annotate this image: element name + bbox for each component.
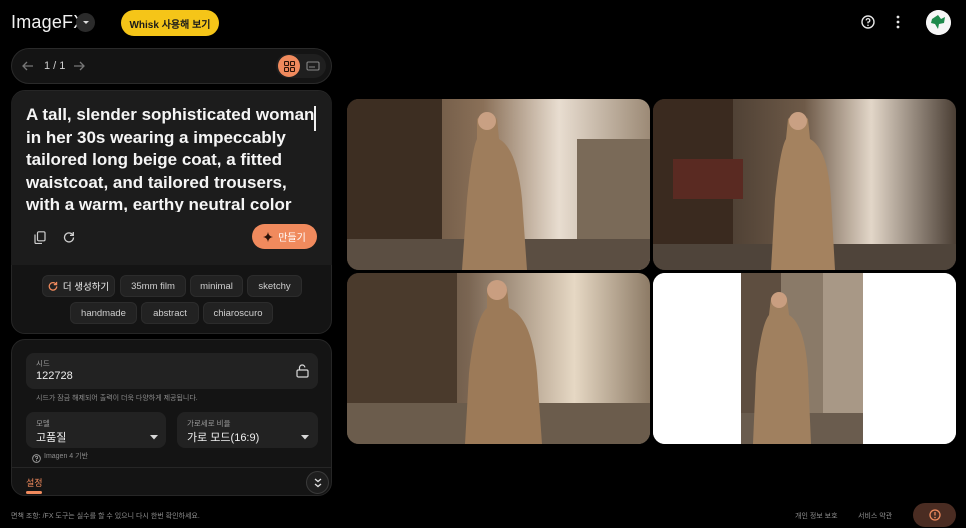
model-value: 고품질 (36, 432, 67, 444)
unlock-icon[interactable] (296, 364, 310, 378)
sparkle-icon (263, 231, 274, 242)
seed-label: 시드 (36, 359, 50, 368)
divider (11, 467, 332, 468)
terms-link[interactable]: 서비스 약관 (858, 511, 892, 521)
tab-settings[interactable]: 설정 (26, 476, 43, 489)
single-view-icon[interactable] (306, 59, 320, 73)
expand-button[interactable] (306, 471, 329, 494)
dropdown-arrow-icon (150, 427, 158, 445)
seed-hint: 시드가 잠금 해제되어 출력이 더욱 다양하게 제공됩니다. (36, 395, 198, 402)
try-whisk-button[interactable]: Whisk 사용해 보기 (121, 10, 219, 36)
feedback-button[interactable] (913, 503, 956, 527)
seed-value: 122728 (36, 370, 73, 382)
style-chip-minimal[interactable]: minimal (190, 275, 243, 297)
text-cursor (314, 106, 316, 131)
dropdown-arrow-icon (301, 427, 309, 445)
help-circle-icon (32, 450, 41, 463)
style-chip-sketchy[interactable]: sketchy (247, 275, 302, 297)
unfold-icon (314, 478, 321, 487)
generate-button-label: 만들기 (278, 233, 306, 244)
model-note: Imagen 4 기반 (44, 453, 89, 460)
regenerate-chip-label: 더 생성하기 (62, 282, 110, 293)
generated-image-2[interactable] (653, 99, 956, 270)
grid-view-icon[interactable] (278, 55, 300, 77)
alert-circle-icon (928, 509, 941, 521)
app-title: ImageFX (11, 12, 86, 32)
avatar[interactable] (926, 10, 951, 35)
model-label: 모델 (36, 419, 50, 428)
prompt-input[interactable]: A tall, slender sophisticated woman in h… (26, 104, 318, 212)
app-switcher-dropdown[interactable] (76, 13, 95, 32)
regenerate-chip[interactable]: 더 생성하기 (42, 275, 115, 297)
style-chip-abstract[interactable]: abstract (141, 302, 199, 324)
aspect-ratio-label: 가로세로 비율 (187, 419, 231, 428)
refresh-icon (48, 281, 58, 291)
chevron-down-icon (82, 20, 89, 24)
generated-image-3[interactable] (347, 273, 650, 444)
arrow-right-icon[interactable] (72, 59, 86, 73)
generated-image-4[interactable] (653, 273, 956, 444)
refresh-icon[interactable] (61, 229, 77, 245)
generate-button[interactable]: 만들기 (252, 224, 317, 249)
style-chip-35mm-film[interactable]: 35mm film (120, 275, 186, 297)
help-circle-icon[interactable] (860, 14, 876, 30)
page-indicator: 1 / 1 (44, 60, 66, 72)
generated-image-1[interactable] (347, 99, 650, 270)
arrow-left-icon[interactable] (21, 59, 35, 73)
copy-icon[interactable] (32, 229, 48, 245)
privacy-link[interactable]: 개인 정보 보호 (795, 511, 838, 521)
more-vert-icon[interactable] (890, 14, 906, 30)
aspect-ratio-value: 가로 모드(16:9) (187, 432, 260, 444)
style-chip-handmade[interactable]: handmade (70, 302, 137, 324)
disclaimer-text: 면책 조항: /FX 도구는 실수를 할 수 있으니 다시 한번 확인하세요. (11, 513, 200, 520)
active-tab-indicator (26, 491, 42, 494)
style-chip-chiaroscuro[interactable]: chiaroscuro (203, 302, 273, 324)
